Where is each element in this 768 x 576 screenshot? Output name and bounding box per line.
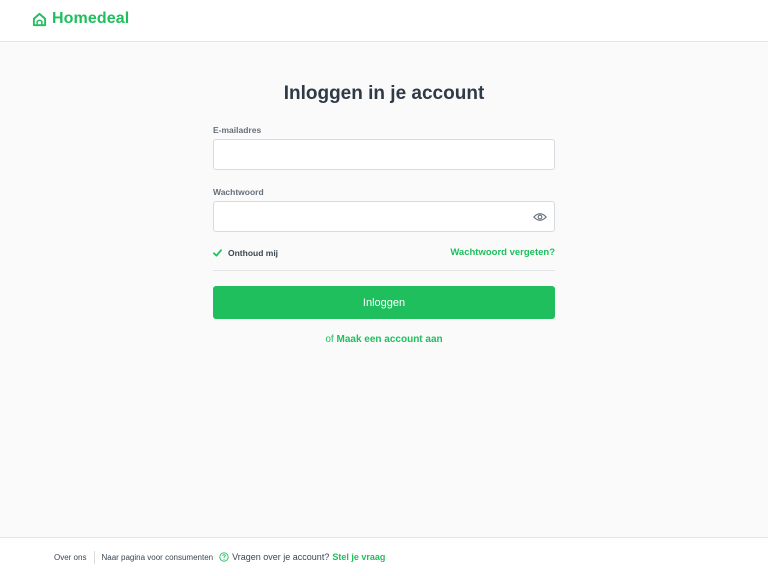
login-button[interactable]: Inloggen [213,286,555,319]
top-bar: Homedeal [0,0,768,42]
house-icon [32,12,47,26]
about-link[interactable]: Over ons [54,553,86,562]
brand-name: Homedeal [52,10,130,27]
footer: Over ons Naar pagina voor consumenten Vr… [0,537,768,576]
help-question: Vragen over je account? [232,552,330,562]
eye-icon[interactable] [533,212,547,222]
checkmark-icon [213,249,222,257]
create-account-link[interactable]: Maak een account aan [336,334,442,345]
page-title: Inloggen in je account [283,83,485,104]
password-label: Wachtwoord [213,187,264,197]
question-circle-icon [219,552,229,562]
login-section: Inloggen in je account E-mailadres Wacht… [0,43,768,537]
consumer-page-link[interactable]: Naar pagina voor consumenten [101,553,213,562]
remember-me-label: Onthoud mij [228,248,279,258]
brand-logo[interactable]: Homedeal [32,8,129,30]
password-input[interactable] [213,201,555,232]
ask-question-link[interactable]: Stel je vraag [332,552,385,562]
signup-prompt: of Maak een account aan [0,334,768,345]
forgot-password-link[interactable]: Wachtwoord vergeten? [450,247,555,258]
remember-me-checkbox[interactable]: Onthoud mij [213,247,278,259]
footer-separator [94,550,96,564]
signup-prefix: of [325,334,334,345]
divider [213,270,555,271]
email-input[interactable] [213,139,555,170]
email-label: E-mailadres [213,125,262,135]
